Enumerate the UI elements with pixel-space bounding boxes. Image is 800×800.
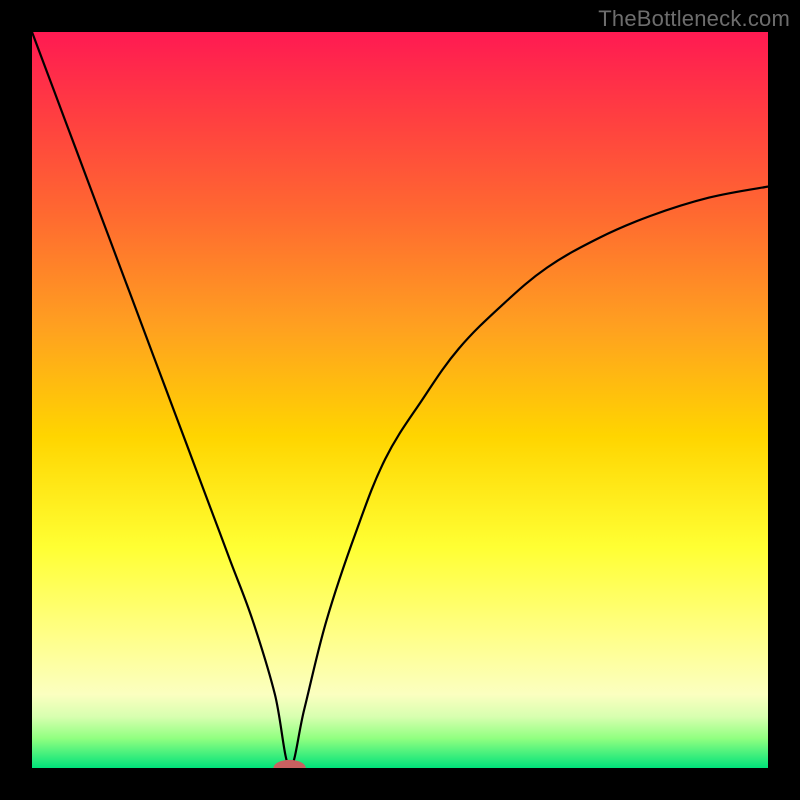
chart-frame: TheBottleneck.com — [0, 0, 800, 800]
curve-overlay — [32, 32, 768, 768]
plot-area — [32, 32, 768, 768]
optimal-marker — [273, 760, 305, 768]
bottleneck-curve — [32, 32, 768, 767]
watermark-text: TheBottleneck.com — [598, 6, 790, 32]
